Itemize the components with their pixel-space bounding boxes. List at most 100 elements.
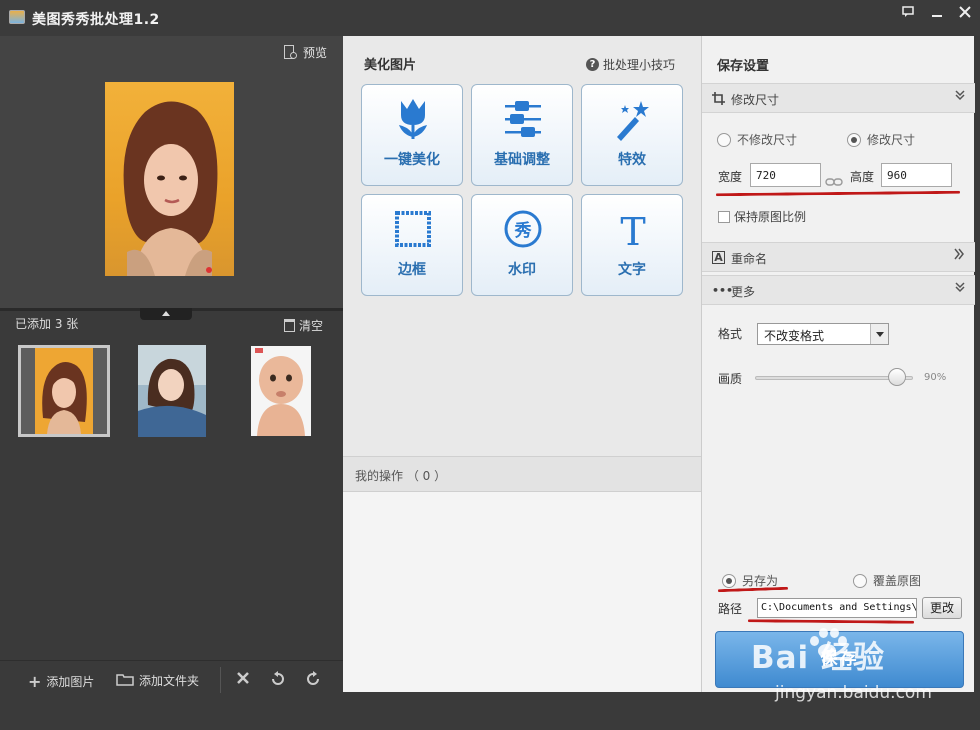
tool-label: 水印 (508, 262, 536, 278)
text-glyph: T (620, 210, 645, 251)
watermark-icon: 秀 (504, 210, 542, 248)
window-title: 美图秀秀批处理1.2 (32, 12, 160, 28)
crop-icon (712, 92, 725, 105)
save-settings-title: 保存设置 (717, 59, 770, 74)
overwrite-radio[interactable]: 覆盖原图 (853, 572, 921, 589)
width-input[interactable]: 720 (750, 163, 821, 187)
dropdown-arrow-icon[interactable] (870, 324, 888, 344)
thumbnail-3[interactable] (251, 346, 311, 436)
change-path-button[interactable]: 更改 (922, 597, 962, 619)
quality-label: 画质 (718, 372, 743, 386)
tool-label: 一键美化 (384, 152, 440, 168)
no-resize-radio[interactable]: 不修改尺寸 (717, 131, 797, 148)
path-input[interactable]: C:\Documents and Settings\ (757, 598, 917, 618)
add-folder-label: 添加文件夹 (139, 674, 200, 688)
height-label: 高度 (850, 170, 875, 184)
operations-list (343, 492, 701, 692)
add-image-button[interactable]: + 添加图片 (28, 672, 94, 691)
more-icon: ••• (712, 284, 734, 297)
rename-header-label: 重命名 (731, 252, 768, 266)
tool-watermark[interactable]: 秀 水印 (471, 194, 573, 296)
tool-frame[interactable]: 边框 (361, 194, 463, 296)
rotate-right-icon[interactable] (304, 670, 322, 692)
preview-label: 预览 (302, 46, 327, 60)
tool-effects[interactable]: 特效 (581, 84, 683, 186)
radio-indicator (853, 573, 867, 588)
keep-ratio-checkbox[interactable]: 保持原图比例 (718, 208, 806, 225)
watermark-glyph: 秀 (514, 221, 532, 241)
preview-icon (283, 44, 299, 61)
height-input[interactable]: 960 (881, 163, 952, 187)
added-count: 已添加 3 张 (15, 317, 79, 331)
close-icon[interactable] (955, 6, 975, 24)
my-operations-label: 我的操作 （ 0 ） (355, 469, 447, 483)
my-operations-header: 我的操作 （ 0 ） (343, 456, 701, 492)
text-icon: T (620, 210, 645, 251)
add-folder-button[interactable]: 添加文件夹 (116, 672, 199, 689)
more-header-label: 更多 (731, 285, 756, 299)
clear-button[interactable]: 清空 (283, 317, 323, 334)
tool-label: 特效 (618, 152, 646, 168)
save-settings-panel: 保存设置 修改尺寸 不修改尺寸 修改尺寸 宽度 720 高度 960 保持原图比… (701, 36, 975, 692)
toolbar-separator (220, 667, 221, 693)
rotate-left-icon[interactable] (269, 670, 287, 692)
tool-label: 边框 (398, 262, 426, 278)
thumbnail-1[interactable] (18, 345, 110, 437)
resize-radio[interactable]: 修改尺寸 (847, 131, 915, 148)
preview-area: 预览 (0, 36, 343, 308)
tool-basic-adjust[interactable]: 基础调整 (471, 84, 573, 186)
tool-auto-beautify[interactable]: 一键美化 (361, 84, 463, 186)
more-section-header[interactable]: ••• 更多 (702, 275, 975, 305)
frame-icon (395, 211, 431, 247)
folder-icon (116, 673, 134, 689)
baidu-watermark-url: jingyan.baidu.com (775, 683, 932, 703)
bottom-toolbar: + 添加图片 添加文件夹 (0, 660, 343, 700)
help-icon: ? (585, 58, 599, 71)
beautify-title: 美化图片 (364, 58, 417, 73)
format-value: 不改变格式 (764, 329, 825, 343)
preview-photo (105, 82, 234, 276)
resize-label: 修改尺寸 (867, 133, 916, 147)
rename-section-header[interactable]: A 重命名 (702, 242, 975, 272)
link-icon[interactable] (825, 177, 843, 190)
tulip-icon (399, 99, 427, 139)
resize-section-header[interactable]: 修改尺寸 (702, 83, 975, 113)
tool-label: 文字 (618, 262, 646, 278)
tips-label: 批处理小技巧 (602, 58, 675, 72)
checkbox-indicator (718, 210, 730, 223)
trash-icon (283, 319, 295, 332)
radio-indicator (717, 132, 731, 147)
baidu-watermark: Bai 经验 (751, 640, 885, 676)
format-select[interactable]: 不改变格式 (757, 323, 889, 345)
thumbnail-2[interactable] (138, 345, 206, 437)
quality-value: 90% (924, 372, 947, 383)
collapse-preview-button[interactable] (140, 308, 192, 320)
tips-link[interactable]: ? 批处理小技巧 (585, 56, 675, 73)
radio-indicator (722, 573, 736, 588)
preview-button[interactable]: 预览 (283, 44, 327, 61)
path-label: 路径 (718, 602, 743, 616)
quality-slider-thumb[interactable] (888, 368, 907, 386)
rename-icon: A (712, 251, 725, 264)
app-icon (9, 10, 25, 24)
chevron-double-down-icon[interactable] (955, 89, 965, 105)
radio-indicator (847, 132, 861, 147)
add-image-label: 添加图片 (46, 675, 95, 689)
minimize-icon[interactable] (927, 6, 947, 24)
beautify-panel: 美化图片 ? 批处理小技巧 一键美化 基础调整 特效 边框 秀 水印 T 文字 … (343, 36, 701, 692)
resize-header-label: 修改尺寸 (731, 93, 780, 107)
feedback-icon[interactable] (898, 6, 918, 24)
tool-label: 基础调整 (494, 152, 550, 168)
delete-icon[interactable] (235, 670, 251, 690)
image-list-panel: 预览 已添加 3 张 清空 + 添加图片 添加文件夹 (0, 36, 343, 700)
chevron-double-right-icon[interactable] (953, 248, 965, 264)
title-bar: 美图秀秀批处理1.2 (0, 0, 980, 36)
width-label: 宽度 (718, 170, 743, 184)
tool-text[interactable]: T 文字 (581, 194, 683, 296)
sliders-icon (505, 101, 541, 137)
no-resize-label: 不修改尺寸 (737, 133, 798, 147)
plus-icon: + (28, 672, 42, 691)
format-label: 格式 (718, 327, 743, 341)
overwrite-label: 覆盖原图 (873, 574, 922, 588)
chevron-double-down-icon[interactable] (955, 281, 965, 297)
